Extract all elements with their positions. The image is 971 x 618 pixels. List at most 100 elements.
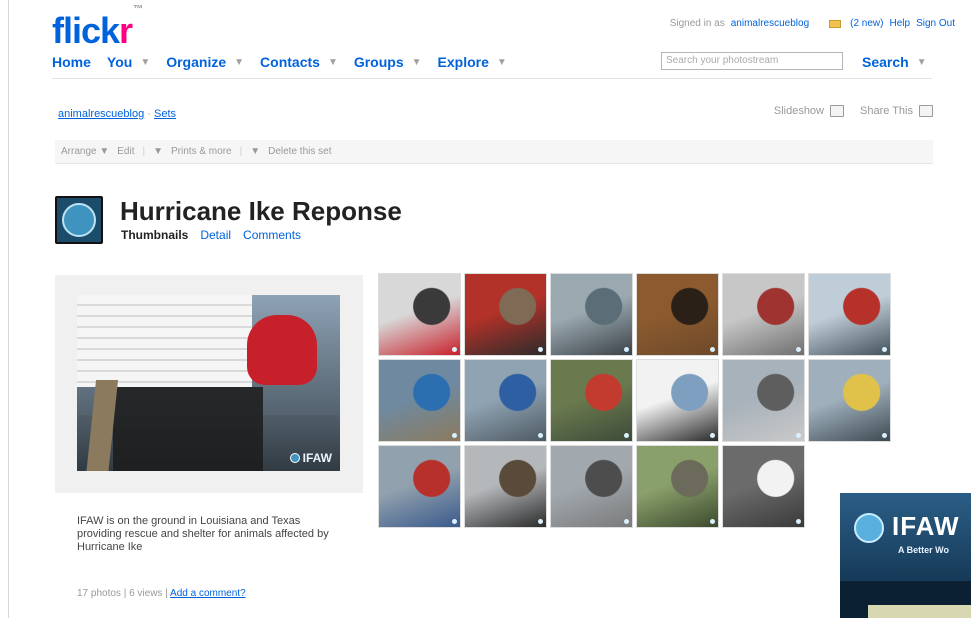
search-input[interactable]: Search your photostream bbox=[661, 52, 843, 70]
breadcrumb-sets-link[interactable]: Sets bbox=[154, 108, 176, 120]
photo-thumbnail[interactable] bbox=[464, 273, 547, 356]
sign-out-link[interactable]: Sign Out bbox=[916, 18, 955, 29]
photo-thumbnail[interactable] bbox=[636, 445, 719, 528]
photo-thumbnail[interactable] bbox=[808, 359, 891, 442]
thumbnail-badge-icon bbox=[882, 433, 887, 438]
mail-count-link[interactable]: (2 new) bbox=[850, 18, 883, 29]
photo-wall-shape bbox=[77, 295, 252, 387]
nav-contacts[interactable]: Contacts ▼ bbox=[260, 54, 338, 70]
delete-set-link[interactable]: Delete this set bbox=[268, 146, 331, 157]
ifaw-overlay[interactable]: IFAW A Better Wo bbox=[840, 493, 971, 618]
slideshow-link[interactable]: Slideshow bbox=[774, 105, 824, 117]
nav-groups[interactable]: Groups ▼ bbox=[354, 54, 422, 70]
add-comment-link[interactable]: Add a comment? bbox=[170, 588, 246, 599]
nav-organize-label: Organize bbox=[166, 54, 227, 70]
chevron-down-icon[interactable]: ▼ bbox=[328, 57, 338, 68]
nav-contacts-label: Contacts bbox=[260, 54, 320, 70]
thumbnail-badge-icon bbox=[452, 347, 457, 352]
help-link[interactable]: Help bbox=[890, 18, 911, 29]
photo-thumbnail[interactable] bbox=[722, 359, 805, 442]
signed-in-label: Signed in as bbox=[669, 18, 725, 29]
nav-divider bbox=[52, 78, 932, 79]
photo-thumbnail[interactable] bbox=[722, 273, 805, 356]
photo-thumbnail[interactable] bbox=[550, 445, 633, 528]
tab-comments[interactable]: Comments bbox=[243, 228, 301, 242]
nav-you[interactable]: You ▼ bbox=[107, 54, 150, 70]
ifaw-overlay-tagline: A Better Wo bbox=[898, 545, 950, 555]
toolbar-divider: | bbox=[239, 146, 243, 157]
photo-watermark: IFAW bbox=[289, 451, 332, 465]
thumbnail-badge-icon bbox=[538, 347, 543, 352]
set-description: IFAW is on the ground in Louisiana and T… bbox=[77, 515, 329, 553]
search-button[interactable]: Search ▼ bbox=[862, 54, 927, 70]
breadcrumb: animalrescueblog · Sets bbox=[58, 108, 176, 120]
nav-explore[interactable]: Explore ▼ bbox=[438, 54, 507, 70]
photo-thumbnail[interactable] bbox=[464, 359, 547, 442]
set-stats: 17 photos | 6 views | bbox=[77, 588, 168, 599]
photo-thumbnail[interactable] bbox=[378, 359, 461, 442]
photo-thumbnail[interactable] bbox=[636, 273, 719, 356]
breadcrumb-user-link[interactable]: animalrescueblog bbox=[58, 108, 144, 120]
share-actions: Slideshow Share This bbox=[774, 105, 933, 117]
prints-menu[interactable]: Prints & more bbox=[171, 146, 232, 157]
thumbnail-badge-icon bbox=[710, 347, 715, 352]
watermark-text: IFAW bbox=[302, 451, 332, 465]
page-title: Hurricane Ike Reponse bbox=[120, 196, 402, 226]
ifaw-watermark-icon bbox=[289, 453, 300, 463]
flickr-logo[interactable]: flickr™ bbox=[52, 4, 143, 51]
logo-trademark: ™ bbox=[133, 4, 143, 15]
chevron-down-icon[interactable]: ▼ bbox=[917, 57, 927, 68]
ifaw-overlay-brand: IFAW bbox=[892, 511, 960, 541]
thumbnail-badge-icon bbox=[452, 433, 457, 438]
main-nav: Home You ▼ Organize ▼ Contacts ▼ Groups ▼ Ex… bbox=[52, 54, 523, 70]
tab-thumbnails[interactable]: Thumbnails bbox=[121, 228, 188, 242]
photo-thumbnail[interactable] bbox=[808, 273, 891, 356]
chevron-down-icon[interactable]: ▼ bbox=[140, 57, 150, 68]
nav-home[interactable]: Home bbox=[52, 54, 91, 70]
photo-thumbnail[interactable] bbox=[464, 445, 547, 528]
photo-thumbnail[interactable] bbox=[378, 273, 461, 356]
nav-you-label: You bbox=[106, 54, 133, 70]
set-avatar[interactable] bbox=[55, 196, 103, 244]
chevron-down-icon[interactable]: ▼ bbox=[412, 57, 422, 68]
thumbnail-badge-icon bbox=[710, 433, 715, 438]
thumbnail-badge-icon bbox=[452, 519, 457, 524]
thumbnail-badge-icon bbox=[710, 519, 715, 524]
chevron-down-icon[interactable]: ▼ bbox=[497, 57, 507, 68]
prints-menu-arrow[interactable]: ▼ bbox=[250, 146, 260, 157]
photo-thumbnail[interactable] bbox=[636, 359, 719, 442]
username-link[interactable]: animalrescueblog bbox=[731, 18, 809, 29]
share-this-link[interactable]: Share This bbox=[860, 105, 913, 117]
breadcrumb-separator: · bbox=[147, 108, 151, 120]
logo-text-pink: r bbox=[119, 10, 133, 51]
nav-organize[interactable]: Organize ▼ bbox=[166, 54, 244, 70]
ifaw-logo-icon bbox=[62, 203, 96, 237]
photo-thumbnail[interactable] bbox=[378, 445, 461, 528]
photo-thumbnail[interactable] bbox=[550, 273, 633, 356]
edit-menu-arrow[interactable]: ▼ bbox=[153, 146, 163, 157]
mail-icon[interactable] bbox=[829, 19, 842, 28]
nav-groups-label: Groups bbox=[353, 54, 404, 70]
ifaw-logo-icon bbox=[854, 513, 884, 543]
edit-menu[interactable]: Edit bbox=[117, 146, 134, 157]
arrange-menu[interactable]: Arrange ▼ bbox=[61, 146, 109, 157]
share-icon[interactable] bbox=[919, 105, 933, 117]
thumbnail-badge-icon bbox=[796, 347, 801, 352]
thumbnail-badge-icon bbox=[538, 433, 543, 438]
thumbnail-badge-icon bbox=[624, 347, 629, 352]
slideshow-icon[interactable] bbox=[830, 105, 844, 117]
photo-thumbnail[interactable] bbox=[550, 359, 633, 442]
search-button-label: Search bbox=[862, 54, 909, 70]
thumbnail-badge-icon bbox=[796, 433, 801, 438]
nav-explore-label: Explore bbox=[437, 54, 489, 70]
photo-shadow-shape bbox=[113, 387, 263, 471]
primary-photo[interactable]: IFAW bbox=[77, 295, 340, 471]
photo-thumbnail[interactable] bbox=[722, 445, 805, 528]
chevron-down-icon[interactable]: ▼ bbox=[234, 57, 244, 68]
logo-text-blue: flick bbox=[52, 10, 120, 51]
tab-detail[interactable]: Detail bbox=[200, 228, 231, 242]
photo-rescuer-shape bbox=[247, 315, 317, 385]
thumbnail-badge-icon bbox=[624, 519, 629, 524]
thumbnail-badge-icon bbox=[538, 519, 543, 524]
thumbnail-badge-icon bbox=[882, 347, 887, 352]
